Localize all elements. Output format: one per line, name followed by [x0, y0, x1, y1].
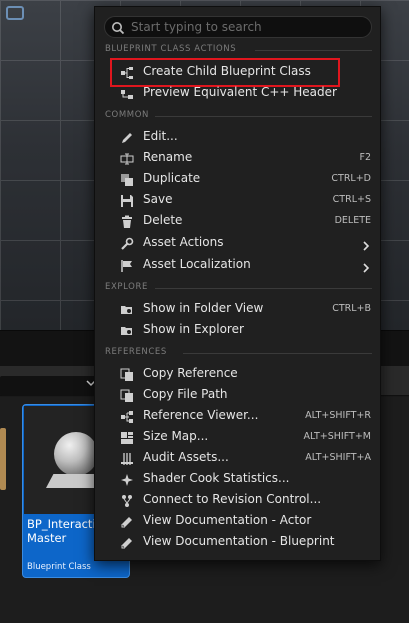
menu-item-shader-cook-statistics[interactable]: Shader Cook Statistics... [95, 469, 382, 490]
shortcut-label: ALT+SHIFT+R [305, 410, 371, 421]
menu-search-box[interactable] [104, 16, 372, 38]
menu-search-input[interactable] [131, 18, 367, 36]
menu-item-preview-cpp-header[interactable]: Preview Equivalent C++ Header [95, 83, 382, 104]
shortcut-label: CTRL+D [331, 173, 371, 184]
menu-item-copy-reference[interactable]: Copy Reference [95, 364, 382, 385]
book-icon [120, 514, 134, 528]
menu-item-label: View Documentation - Blueprint [143, 534, 335, 548]
section-divider [183, 353, 372, 354]
menu-item-label: Reference Viewer... [143, 408, 259, 422]
shortcut-label: DELETE [334, 215, 371, 226]
menu-item-audit-assets[interactable]: Audit Assets... ALT+SHIFT+A [95, 448, 382, 469]
menu-item-duplicate[interactable]: Duplicate CTRL+D [95, 169, 382, 190]
duplicate-icon [120, 172, 134, 186]
section-explore: EXPLORE [95, 282, 382, 294]
menu-item-edit[interactable]: Edit... [95, 127, 382, 148]
grid-icon [120, 430, 134, 444]
section-divider [155, 116, 372, 117]
shortcut-label: CTRL+S [332, 194, 371, 205]
section-divider [255, 50, 372, 51]
wrench-icon [120, 236, 134, 250]
menu-item-label: Copy File Path [143, 387, 228, 401]
section-divider [155, 288, 372, 289]
menu-item-save[interactable]: Save CTRL+S [95, 190, 382, 211]
save-icon [120, 193, 134, 207]
shortcut-label: F2 [359, 152, 371, 163]
copy-icon [120, 367, 134, 381]
asset-type-label: Blueprint Class [27, 562, 91, 572]
menu-item-label: Show in Explorer [143, 322, 244, 336]
menu-item-asset-actions[interactable]: Asset Actions [95, 233, 382, 254]
flag-icon [120, 258, 134, 272]
graph-icon [120, 409, 134, 423]
section-label: BLUEPRINT CLASS ACTIONS [105, 44, 237, 54]
menu-item-asset-localization[interactable]: Asset Localization [95, 255, 382, 276]
shortcut-label: CTRL+B [332, 303, 371, 314]
rename-icon [120, 151, 134, 165]
menu-item-size-map[interactable]: Size Map... ALT+SHIFT+M [95, 427, 382, 448]
menu-item-view-documentation-blueprint[interactable]: View Documentation - Blueprint [95, 532, 382, 553]
menu-item-label: Rename [143, 150, 193, 164]
chevron-right-icon [361, 259, 371, 273]
section-blueprint-class-actions: BLUEPRINT CLASS ACTIONS [95, 44, 382, 56]
copy-icon [120, 388, 134, 402]
sphere-icon [54, 432, 98, 476]
context-menu: BLUEPRINT CLASS ACTIONS Create Child Blu… [94, 6, 381, 561]
menu-item-label: Duplicate [143, 171, 201, 185]
menu-item-label: Copy Reference [143, 366, 238, 380]
section-label: REFERENCES [105, 347, 167, 357]
menu-item-connect-revision-control[interactable]: Connect to Revision Control... [95, 490, 382, 511]
hierarchy-icon [120, 65, 134, 79]
sparkle-icon [120, 472, 134, 486]
menu-item-label: Edit... [143, 129, 178, 143]
search-icon [111, 20, 125, 35]
section-label: COMMON [105, 110, 149, 120]
menu-item-show-in-folder-view[interactable]: Show in Folder View CTRL+B [95, 299, 382, 320]
menu-item-label: Save [143, 192, 173, 206]
menu-item-reference-viewer[interactable]: Reference Viewer... ALT+SHIFT+R [95, 406, 382, 427]
menu-item-label: Delete [143, 213, 183, 227]
content-browser-filter-field[interactable] [0, 376, 100, 396]
menu-item-show-in-explorer[interactable]: Show in Explorer [95, 320, 382, 341]
menu-item-create-child-blueprint-class[interactable]: Create Child Blueprint Class [95, 62, 382, 83]
menu-item-label: Create Child Blueprint Class [143, 64, 311, 78]
folder-icon[interactable] [0, 428, 6, 490]
menu-item-label: Size Map... [143, 429, 209, 443]
menu-item-label: Asset Localization [143, 257, 251, 271]
section-common: COMMON [95, 110, 382, 122]
branch-icon [120, 493, 134, 507]
menu-item-delete[interactable]: Delete DELETE [95, 211, 382, 232]
menu-item-label: Audit Assets... [143, 450, 229, 464]
menu-item-label: Shader Cook Statistics... [143, 471, 290, 485]
menu-item-label: Show in Folder View [143, 301, 264, 315]
menu-item-rename[interactable]: Rename F2 [95, 148, 382, 169]
menu-item-copy-file-path[interactable]: Copy File Path [95, 385, 382, 406]
shortcut-label: ALT+SHIFT+M [303, 431, 371, 442]
pencil-icon [120, 130, 134, 144]
menu-item-label: Asset Actions [143, 235, 224, 249]
menu-item-view-documentation-actor[interactable]: View Documentation - Actor [95, 511, 382, 532]
section-references: REFERENCES [95, 347, 382, 359]
shortcut-label: ALT+SHIFT+A [305, 452, 371, 463]
book-icon [120, 535, 134, 549]
trash-icon [120, 214, 134, 228]
folder-search-icon [120, 323, 134, 337]
menu-item-label: Connect to Revision Control... [143, 492, 322, 506]
chevron-right-icon [361, 237, 371, 251]
code-icon [120, 86, 134, 100]
section-label: EXPLORE [105, 282, 148, 292]
folder-search-icon [120, 302, 134, 316]
audit-icon [120, 451, 134, 465]
menu-item-label: Preview Equivalent C++ Header [143, 85, 337, 99]
menu-item-label: View Documentation - Actor [143, 513, 312, 527]
viewport-toolbar-icon[interactable] [6, 6, 24, 20]
